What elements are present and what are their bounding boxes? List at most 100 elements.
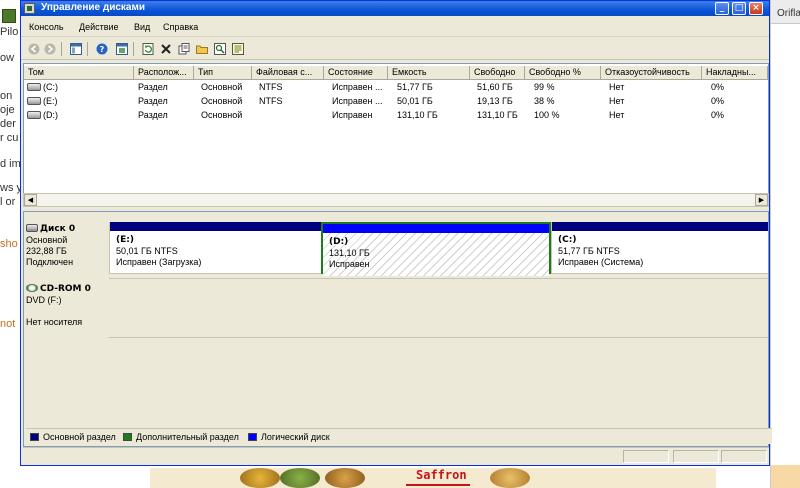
partition-e[interactable]: (E:) 50,01 ГБ NTFS Исправен (Загрузка) [109, 222, 321, 274]
browser-favicon-icon [2, 9, 16, 23]
search-icon[interactable] [213, 42, 227, 56]
partition-type-bar [552, 222, 768, 231]
partition-status: Исправен (Система) [558, 257, 644, 267]
status-bar-segment [721, 450, 767, 463]
close-button[interactable]: × [749, 2, 763, 15]
browser-tab[interactable]: Oriflar [771, 0, 800, 24]
help-icon[interactable]: ? [95, 42, 109, 56]
cdrom-0-row: CD-ROM 0 DVD (F:) Нет носителя [24, 278, 768, 338]
back-icon[interactable] [27, 42, 41, 56]
bg-text-fragment: oje [0, 104, 15, 116]
cell-free-space: 51,60 ГБ [477, 82, 513, 92]
partition-type-bar [110, 222, 321, 231]
disk-type: Основной [26, 235, 68, 245]
cell-file-system: NTFS [259, 82, 283, 92]
table-row[interactable]: (D:) Раздел Основной Исправен 131,10 ГБ … [24, 109, 768, 123]
legend-swatch [123, 433, 132, 441]
column-header-layout[interactable]: Располож... [134, 66, 194, 80]
minimize-button[interactable]: _ [715, 2, 729, 15]
partition-size: 50,01 ГБ NTFS [116, 246, 178, 256]
menu-help[interactable]: Справка [163, 22, 198, 32]
column-header-status[interactable]: Состояние [324, 66, 388, 80]
console-tree-icon[interactable] [69, 42, 83, 56]
legend-label: Логический диск [261, 432, 330, 442]
menu-view[interactable]: Вид [134, 22, 150, 32]
column-header-overhead[interactable]: Накладны... [702, 66, 768, 80]
disk-graphical-view: Диск 0 Основной 232,88 ГБ Подключен (E:)… [23, 211, 772, 447]
legend-item: Логический диск [248, 432, 330, 442]
food-image [490, 468, 530, 488]
disk-type: DVD (F:) [26, 295, 62, 305]
partition-c[interactable]: (C:) 51,77 ГБ NTFS Исправен (Система) [551, 222, 768, 274]
cell-type: Основной [201, 82, 243, 92]
cell-file-system: NTFS [259, 96, 283, 106]
cell-fault-tolerance: Нет [609, 96, 625, 106]
disk-name: Диск 0 [40, 224, 76, 234]
disk-0-info[interactable]: Диск 0 Основной 232,88 ГБ Подключен [26, 224, 108, 268]
legend-item: Основной раздел [30, 432, 116, 442]
banner-underline [406, 484, 470, 486]
toolbar-separator [61, 42, 62, 56]
cell-layout: Раздел [138, 110, 168, 120]
cell-percent-free: 38 % [534, 96, 555, 106]
window-title: Управление дисками [41, 2, 146, 13]
column-header-free-space[interactable]: Свободно [470, 66, 525, 80]
cdrom-empty-area[interactable] [109, 278, 768, 338]
status-bar [23, 447, 769, 465]
partition-size: 131,10 ГБ [329, 248, 370, 258]
cell-volume: (D:) [43, 110, 58, 120]
properties-icon[interactable] [177, 42, 191, 56]
cell-status: Исправен ... [332, 96, 383, 106]
cell-percent-free: 99 % [534, 82, 555, 92]
column-header-file-system[interactable]: Файловая с... [252, 66, 324, 80]
scroll-left-arrow-icon[interactable]: ◀ [24, 194, 37, 206]
cell-type: Основной [201, 96, 243, 106]
open-icon[interactable] [195, 42, 209, 56]
volume-list: Том Располож... Тип Файловая с... Состоя… [23, 63, 769, 207]
legend-swatch [248, 433, 257, 441]
horizontal-scrollbar[interactable]: ◀ ▶ [23, 193, 769, 207]
column-header-percent-free[interactable]: Свободно % [525, 66, 601, 80]
partition-label: (D:) [329, 237, 349, 247]
column-header-type[interactable]: Тип [194, 66, 252, 80]
cell-overhead: 0% [711, 82, 725, 92]
menu-console[interactable]: Консоль [29, 22, 64, 32]
bg-text-fragment: on [0, 90, 13, 102]
column-header-fault-tolerance[interactable]: Отказоустойчивость [601, 66, 702, 80]
table-row[interactable]: (E:) Раздел Основной NTFS Исправен ... 5… [24, 95, 768, 109]
cell-type: Основной [201, 110, 243, 120]
cell-capacity: 50,01 ГБ [397, 96, 433, 106]
column-header-volume[interactable]: Том [24, 66, 134, 80]
title-bar[interactable]: Управление дисками _ □ × [21, 1, 769, 16]
cdrom-0-info[interactable]: CD-ROM 0 DVD (F:) Нет носителя [26, 284, 108, 328]
forward-icon[interactable] [43, 42, 57, 56]
menu-action[interactable]: Действие [79, 22, 119, 32]
delete-icon[interactable] [159, 42, 173, 56]
maximize-button[interactable]: □ [732, 2, 746, 15]
bg-text-fragment: ws y [0, 182, 20, 194]
table-row[interactable]: (C:) Раздел Основной NTFS Исправен ... 5… [24, 81, 768, 95]
background-left-page: Pilo ow oje der r cu on d im ws y l or s… [0, 0, 20, 488]
volume-icon [27, 97, 41, 105]
cell-volume: (E:) [43, 96, 58, 106]
partition-status: Исправен (Загрузка) [116, 257, 202, 267]
disk-status: Нет носителя [26, 317, 83, 327]
column-header-capacity[interactable]: Емкость [388, 66, 470, 80]
partition-label: (E:) [116, 235, 134, 245]
legend-item: Дополнительный раздел [123, 432, 239, 442]
partition-d[interactable]: (D:) 131,10 ГБ Исправен [321, 222, 551, 276]
bg-text-fragment: ow [0, 52, 15, 64]
cell-layout: Раздел [138, 96, 168, 106]
refresh-icon[interactable] [141, 42, 155, 56]
bg-text-fragment: r cu [0, 132, 19, 144]
toolbar-separator [87, 42, 88, 56]
cell-fault-tolerance: Нет [609, 82, 625, 92]
cell-capacity: 131,10 ГБ [397, 110, 438, 120]
window-icon[interactable] [115, 42, 129, 56]
export-icon[interactable] [231, 42, 245, 56]
legend: Основной раздел Дополнительный раздел Ло… [26, 428, 772, 444]
legend-label: Основной раздел [43, 432, 116, 442]
food-image [280, 468, 320, 488]
bg-text-fragment: l or [0, 196, 16, 208]
scroll-right-arrow-icon[interactable]: ▶ [755, 194, 768, 206]
